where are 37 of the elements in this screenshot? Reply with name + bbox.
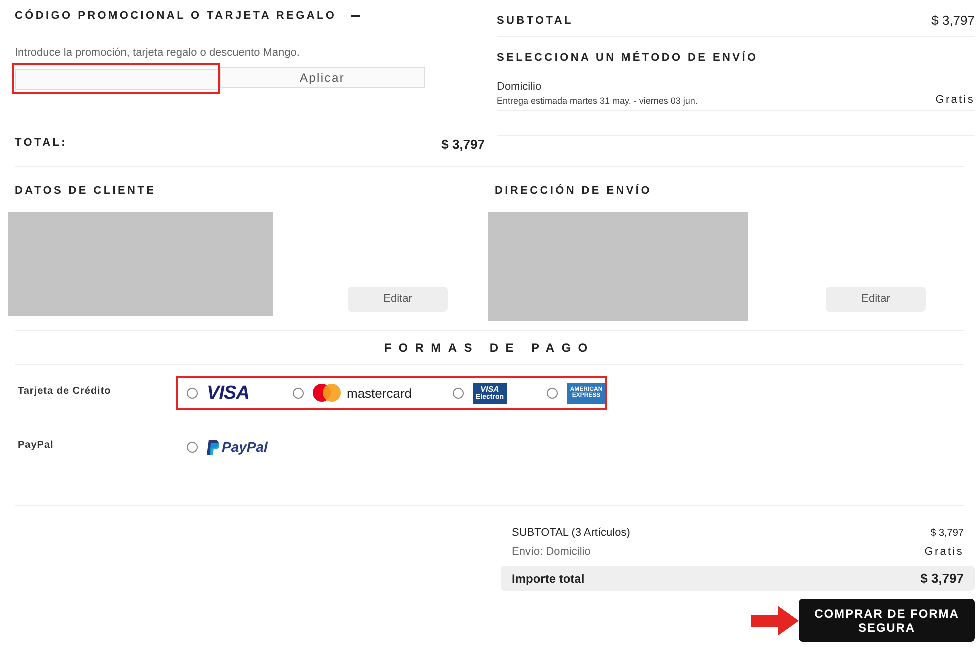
total-label: Importe total (512, 570, 585, 588)
mastercard-logo: mastercard (347, 386, 412, 400)
section-title: DATOS DE CLIENTE (14, 184, 158, 199)
radio-button[interactable] (293, 388, 304, 398)
total-label: TOTAL: (15, 136, 68, 151)
apply-button[interactable]: Aplicar (220, 67, 425, 88)
overlapping-circles-icon (313, 384, 341, 402)
paypal-logo: PayPal (222, 440, 268, 454)
subtotal-label: SUBTOTAL (497, 14, 574, 29)
shipping-price: Gratis (936, 93, 975, 108)
subtotal-value: $ 3,797 (932, 12, 975, 30)
summary-value: $ 3,797 (930, 527, 964, 541)
summary-label: Envío: Domicilio (512, 545, 591, 560)
p-icon (207, 440, 219, 454)
radio-button[interactable] (547, 388, 558, 398)
helper-text: Introduce la promoción, tarjeta regalo o descuento Mango. (15, 46, 301, 60)
section-title: CÓDIGO PROMOCIONAL O TARJETA REGALO (15, 8, 337, 24)
visa-logo: VISA (207, 384, 250, 402)
payment-method-label: PayPal (17, 439, 55, 453)
section-title: FORMAS DE PAGO (384, 340, 595, 356)
summary-value: Gratis (924, 545, 964, 560)
promo-code-field[interactable] (15, 68, 220, 90)
radio-button[interactable] (453, 388, 464, 398)
section-title: SELECCIONA UN MÉTODO DE ENVÍO (497, 50, 760, 66)
arrow-annotation (751, 606, 799, 636)
edit-button[interactable]: Editar (826, 286, 926, 312)
total-value: $ 3,797 (442, 136, 485, 154)
payment-method-label: Tarjeta de Crédito (17, 385, 112, 399)
radio-button[interactable] (187, 388, 198, 398)
edit-button[interactable]: Editar (348, 286, 448, 312)
checkout-button[interactable]: COMPRAR DE FORMA SEGURA (799, 599, 975, 642)
total-value: $ 3,797 (920, 570, 964, 588)
section-title: DIRECCIÓN DE ENVÍO (494, 183, 653, 199)
radio-button[interactable] (187, 442, 198, 452)
summary-label: SUBTOTAL (3 Artículos) (512, 526, 630, 542)
delivery-estimate: Entrega estimada martes 31 may. - viernes 03 jun. (497, 95, 698, 108)
shipping-option-name: Domicilio (497, 80, 543, 94)
